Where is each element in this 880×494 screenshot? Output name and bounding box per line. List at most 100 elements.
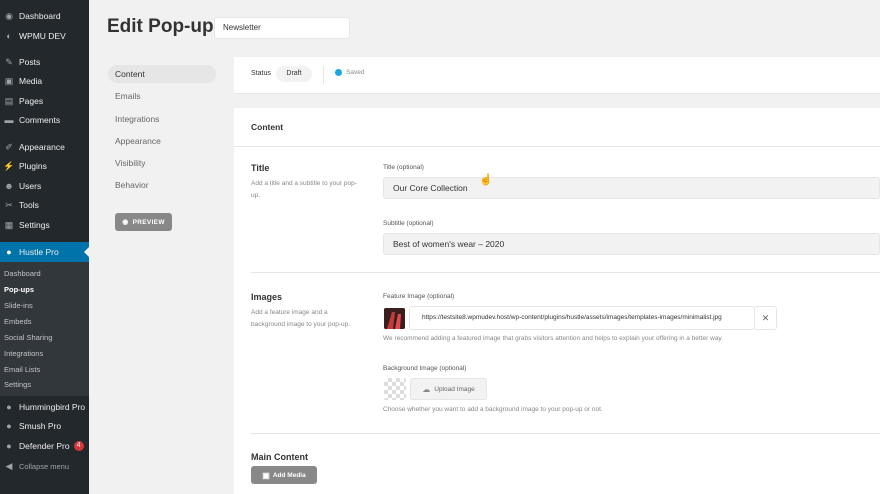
menu-item-tools[interactable]: ✂ Tools bbox=[0, 196, 89, 214]
subtitle-field[interactable]: Best of women's wear – 2020 bbox=[383, 233, 880, 255]
menu-item-hummingbird[interactable]: ● Hummingbird Pro bbox=[0, 398, 89, 416]
title-section-description: Add a title and a subtitle to your pop-u… bbox=[251, 180, 357, 199]
defender-icon: ● bbox=[6, 441, 12, 451]
upload-image-button[interactable]: ☁ Upload Image bbox=[410, 378, 487, 400]
title-field-label: Title (optional) bbox=[383, 164, 424, 171]
menu-item-comments[interactable]: ▬ Comments bbox=[0, 111, 89, 129]
clear-image-button[interactable]: ✕ bbox=[754, 306, 777, 330]
menu-label: Dashboard bbox=[19, 11, 61, 21]
status-label: Status bbox=[251, 70, 271, 77]
status-bar: Status Draft Saved bbox=[234, 57, 880, 94]
submenu-item-integrations[interactable]: Integrations bbox=[4, 349, 43, 358]
menu-item-posts[interactable]: ✎ Posts bbox=[0, 53, 89, 71]
close-icon: ✕ bbox=[761, 313, 770, 323]
tab-visibility[interactable]: Visibility bbox=[108, 154, 216, 172]
feature-image-help: We recommend adding a featured image tha… bbox=[383, 335, 724, 342]
menu-item-dashboard[interactable]: ◉ Dashboard bbox=[0, 7, 89, 25]
cloud-upload-icon: ☁ bbox=[422, 384, 431, 394]
divider bbox=[323, 66, 324, 84]
plugins-icon: ⚡ bbox=[3, 160, 15, 171]
menu-label: Comments bbox=[19, 115, 61, 125]
hustle-icon: ● bbox=[6, 247, 12, 257]
menu-label: Media bbox=[19, 76, 43, 86]
tab-appearance[interactable]: Appearance bbox=[108, 132, 216, 150]
saved-indicator: Saved bbox=[335, 69, 364, 76]
menu-item-wpmudev[interactable]: ◐ WPMU DEV bbox=[0, 27, 89, 45]
submenu-item-dashboard[interactable]: Dashboard bbox=[4, 269, 41, 278]
media-icon: ▣ bbox=[262, 470, 270, 480]
page-title: Edit Pop-up bbox=[107, 16, 214, 37]
hustle-submenu: Dashboard Pop-ups Slide-ins Embeds Socia… bbox=[0, 262, 89, 396]
users-icon: ☻ bbox=[4, 181, 14, 191]
menu-item-plugins[interactable]: ⚡ Plugins bbox=[0, 157, 89, 175]
submenu-item-embeds[interactable]: Embeds bbox=[4, 317, 32, 326]
appearance-icon: ✐ bbox=[5, 141, 13, 152]
card-title: Content bbox=[251, 122, 284, 132]
background-image-help: Choose whether you want to add a backgro… bbox=[383, 406, 603, 413]
menu-label: Defender Pro bbox=[19, 441, 70, 451]
menu-item-appearance[interactable]: ✐ Appearance bbox=[0, 138, 89, 156]
submenu-item-slideins[interactable]: Slide-ins bbox=[4, 301, 33, 310]
menu-label: Smush Pro bbox=[19, 421, 62, 431]
menu-label: Hummingbird Pro bbox=[19, 402, 86, 412]
pin-icon: ✎ bbox=[5, 56, 13, 67]
tab-content[interactable]: Content bbox=[108, 65, 216, 83]
menu-item-pages[interactable]: ▤ Pages bbox=[0, 92, 89, 110]
feature-image-label: Feature Image (optional) bbox=[383, 293, 455, 300]
menu-label: Users bbox=[19, 181, 42, 191]
add-media-button[interactable]: ▣ Add Media bbox=[251, 466, 317, 484]
menu-label: Plugins bbox=[19, 161, 47, 171]
menu-item-smush[interactable]: ● Smush Pro bbox=[0, 417, 89, 435]
eye-icon: ◉ bbox=[122, 219, 129, 226]
title-field[interactable]: Our Core Collection bbox=[383, 177, 880, 199]
menu-label: Settings bbox=[19, 220, 50, 230]
menu-item-users[interactable]: ☻ Users bbox=[0, 177, 89, 195]
card-header: Content bbox=[234, 108, 880, 147]
section-divider bbox=[251, 433, 880, 434]
submenu-item-settings[interactable]: Settings bbox=[4, 380, 31, 389]
wpmudev-icon: ◐ bbox=[6, 31, 12, 41]
saved-label: Saved bbox=[346, 69, 365, 76]
menu-label: Pages bbox=[19, 96, 44, 106]
hummingbird-icon: ● bbox=[6, 402, 12, 412]
admin-sidebar: ◉ Dashboard ◐ WPMU DEV ✎ Posts ▣ Media ▤ Page… bbox=[0, 0, 89, 494]
pages-icon: ▤ bbox=[4, 95, 14, 106]
mouse-cursor-icon: ☝ bbox=[479, 174, 493, 186]
submenu-item-social-sharing[interactable]: Social Sharing bbox=[4, 333, 52, 342]
menu-item-media[interactable]: ▣ Media bbox=[0, 72, 89, 90]
tab-emails[interactable]: Emails bbox=[108, 87, 216, 105]
menu-label: Posts bbox=[19, 57, 41, 67]
feature-image-thumbnail[interactable] bbox=[384, 308, 405, 329]
main-content-heading: Main Content bbox=[251, 452, 308, 462]
menu-label: Tools bbox=[19, 200, 39, 210]
feature-image-url-field[interactable]: https://testsite8.wpmudev.host/wp-conten… bbox=[409, 306, 755, 330]
submenu-item-popups[interactable]: Pop-ups bbox=[4, 285, 34, 294]
menu-item-hustle-pro[interactable]: ● Hustle Pro bbox=[0, 242, 89, 262]
subtitle-field-label: Subtitle (optional) bbox=[383, 220, 434, 227]
tab-integrations[interactable]: Integrations bbox=[108, 110, 216, 128]
update-count-badge: 4 bbox=[73, 441, 84, 451]
status-badge: Draft bbox=[276, 66, 312, 82]
collapse-menu-button[interactable]: ◀ Collapse menu bbox=[0, 457, 89, 475]
menu-item-settings[interactable]: ▦ Settings bbox=[0, 216, 89, 234]
submenu-item-email-lists[interactable]: Email Lists bbox=[4, 365, 40, 374]
collapse-icon: ◀ bbox=[5, 460, 13, 471]
add-media-label: Add Media bbox=[272, 471, 306, 479]
menu-label: Hustle Pro bbox=[19, 247, 59, 257]
menu-label: Collapse menu bbox=[19, 461, 70, 471]
images-section-heading: Images bbox=[251, 292, 283, 302]
section-divider bbox=[251, 272, 880, 273]
content-card: Content Title Add a title and a subtitle… bbox=[234, 108, 880, 494]
check-icon bbox=[335, 69, 342, 76]
tab-behavior[interactable]: Behavior bbox=[108, 176, 216, 194]
preview-button[interactable]: ◉ PREVIEW bbox=[115, 213, 172, 231]
menu-item-defender[interactable]: ● Defender Pro 4 bbox=[0, 437, 89, 455]
title-section-heading: Title bbox=[251, 163, 270, 173]
background-image-label: Background Image (optional) bbox=[383, 365, 467, 372]
menu-label: Appearance bbox=[19, 142, 65, 152]
dashboard-icon: ◉ bbox=[5, 10, 13, 21]
popup-name-input[interactable]: Newsletter bbox=[214, 17, 350, 39]
media-icon: ▣ bbox=[4, 75, 14, 86]
comments-icon: ▬ bbox=[4, 115, 14, 125]
tools-icon: ✂ bbox=[5, 199, 13, 210]
